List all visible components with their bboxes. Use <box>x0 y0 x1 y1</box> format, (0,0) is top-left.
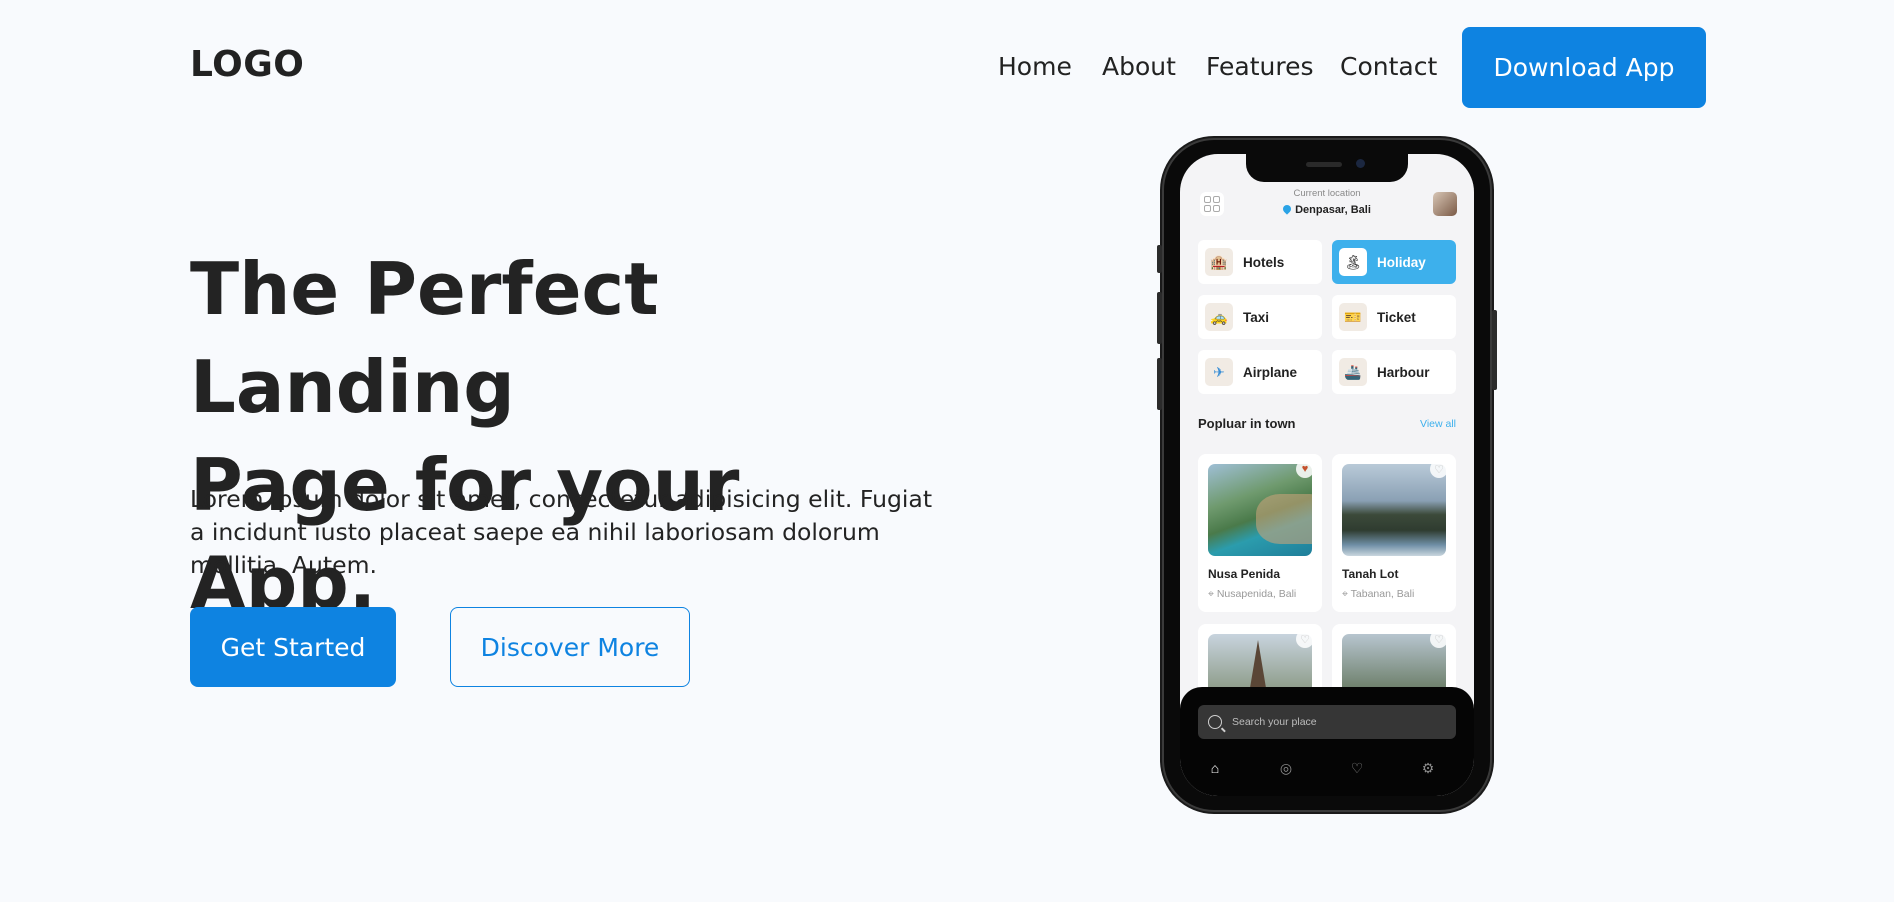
settings-icon[interactable]: ⚙ <box>1417 757 1439 779</box>
category-label: Airplane <box>1243 364 1298 380</box>
place-name: Nusa Penida <box>1208 567 1281 581</box>
phone-speaker <box>1306 162 1342 167</box>
phone-camera <box>1356 159 1365 168</box>
category-airplane[interactable]: ✈ Airplane <box>1198 350 1322 394</box>
nav-link-contact[interactable]: Contact <box>1340 52 1437 81</box>
current-location-label: Current location <box>1293 188 1361 199</box>
view-all-link[interactable]: View all <box>1420 418 1456 430</box>
compass-icon[interactable]: ◎ <box>1275 757 1297 779</box>
category-taxi[interactable]: 🚕 Taxi <box>1198 295 1322 339</box>
category-label: Hotels <box>1243 254 1285 270</box>
place-card-tanah-lot[interactable]: ♡ Tanah Lot ⌖ Tabanan, Bali <box>1332 454 1456 612</box>
place-card-nusa-penida[interactable]: ♥ Nusa Penida ⌖ Nusapenida, Bali <box>1198 454 1322 612</box>
bottom-tab-bar: Search your place ⌂ ◎ ♡ ⚙ <box>1180 687 1474 796</box>
location-pin-icon <box>1281 203 1293 215</box>
current-location-value: Denpasar, Bali <box>1295 204 1371 216</box>
phone-mockup: Current location Denpasar, Bali 🏨 Hotels… <box>1157 138 1497 812</box>
place-location: ⌖ Nusapenida, Bali <box>1208 588 1296 601</box>
category-harbour[interactable]: 🚢 Harbour <box>1332 350 1456 394</box>
favorite-heart-icon[interactable]: ♡ <box>1430 460 1448 478</box>
phone-volume-down <box>1157 358 1162 410</box>
hotel-icon: 🏨 <box>1205 248 1233 276</box>
home-icon[interactable]: ⌂ <box>1204 757 1226 779</box>
place-location-value: Nusapenida, Bali <box>1216 588 1297 600</box>
phone-volume-up <box>1157 292 1162 344</box>
search-placeholder: Search your place <box>1232 716 1317 728</box>
phone-notch <box>1246 154 1408 182</box>
category-label: Holiday <box>1377 254 1426 270</box>
palm-tree-icon: 🏝 <box>1339 248 1367 276</box>
heart-icon[interactable]: ♡ <box>1346 757 1368 779</box>
get-started-button[interactable]: Get Started <box>190 607 396 687</box>
place-name: Tanah Lot <box>1342 567 1399 581</box>
phone-power-button <box>1492 310 1497 390</box>
place-location-value: Tabanan, Bali <box>1350 588 1415 600</box>
ticket-icon: 🎫 <box>1339 303 1367 331</box>
category-label: Harbour <box>1377 364 1430 380</box>
taxi-icon: 🚕 <box>1205 303 1233 331</box>
nav-link-features[interactable]: Features <box>1206 52 1314 81</box>
avatar[interactable] <box>1433 192 1457 216</box>
category-hotels[interactable]: 🏨 Hotels <box>1198 240 1322 284</box>
hero-description: Lorem ipsum dolor sit amet, consectetur … <box>190 485 933 579</box>
place-image <box>1342 464 1446 556</box>
search-icon <box>1208 715 1222 729</box>
discover-more-button[interactable]: Discover More <box>450 607 690 687</box>
popular-section-title: Popluar in town <box>1198 416 1296 431</box>
place-image <box>1208 464 1312 556</box>
favorite-heart-icon[interactable]: ♥ <box>1296 460 1314 478</box>
nav-link-home[interactable]: Home <box>998 52 1072 81</box>
ship-icon: 🚢 <box>1339 358 1367 386</box>
category-label: Ticket <box>1377 309 1416 325</box>
place-location: ⌖ Tabanan, Bali <box>1342 588 1414 601</box>
favorite-heart-icon[interactable]: ♡ <box>1296 630 1314 648</box>
download-app-button[interactable]: Download App <box>1462 27 1706 108</box>
airplane-icon: ✈ <box>1205 358 1233 386</box>
location-pin-icon: ⌖ <box>1342 588 1351 600</box>
logo[interactable]: LOGO <box>190 44 304 85</box>
category-ticket[interactable]: 🎫 Ticket <box>1332 295 1456 339</box>
phone-mute-switch <box>1157 245 1162 273</box>
hero-title-line-1: The Perfect Landing <box>190 247 659 429</box>
favorite-heart-icon[interactable]: ♡ <box>1430 630 1448 648</box>
current-location[interactable]: Denpasar, Bali <box>1180 203 1474 216</box>
category-holiday[interactable]: 🏝 Holiday <box>1332 240 1456 284</box>
nav-link-about[interactable]: About <box>1102 52 1176 81</box>
phone-screen: Current location Denpasar, Bali 🏨 Hotels… <box>1180 154 1474 796</box>
search-input[interactable]: Search your place <box>1198 705 1456 739</box>
category-label: Taxi <box>1243 309 1270 325</box>
location-pin-icon: ⌖ <box>1208 588 1217 600</box>
